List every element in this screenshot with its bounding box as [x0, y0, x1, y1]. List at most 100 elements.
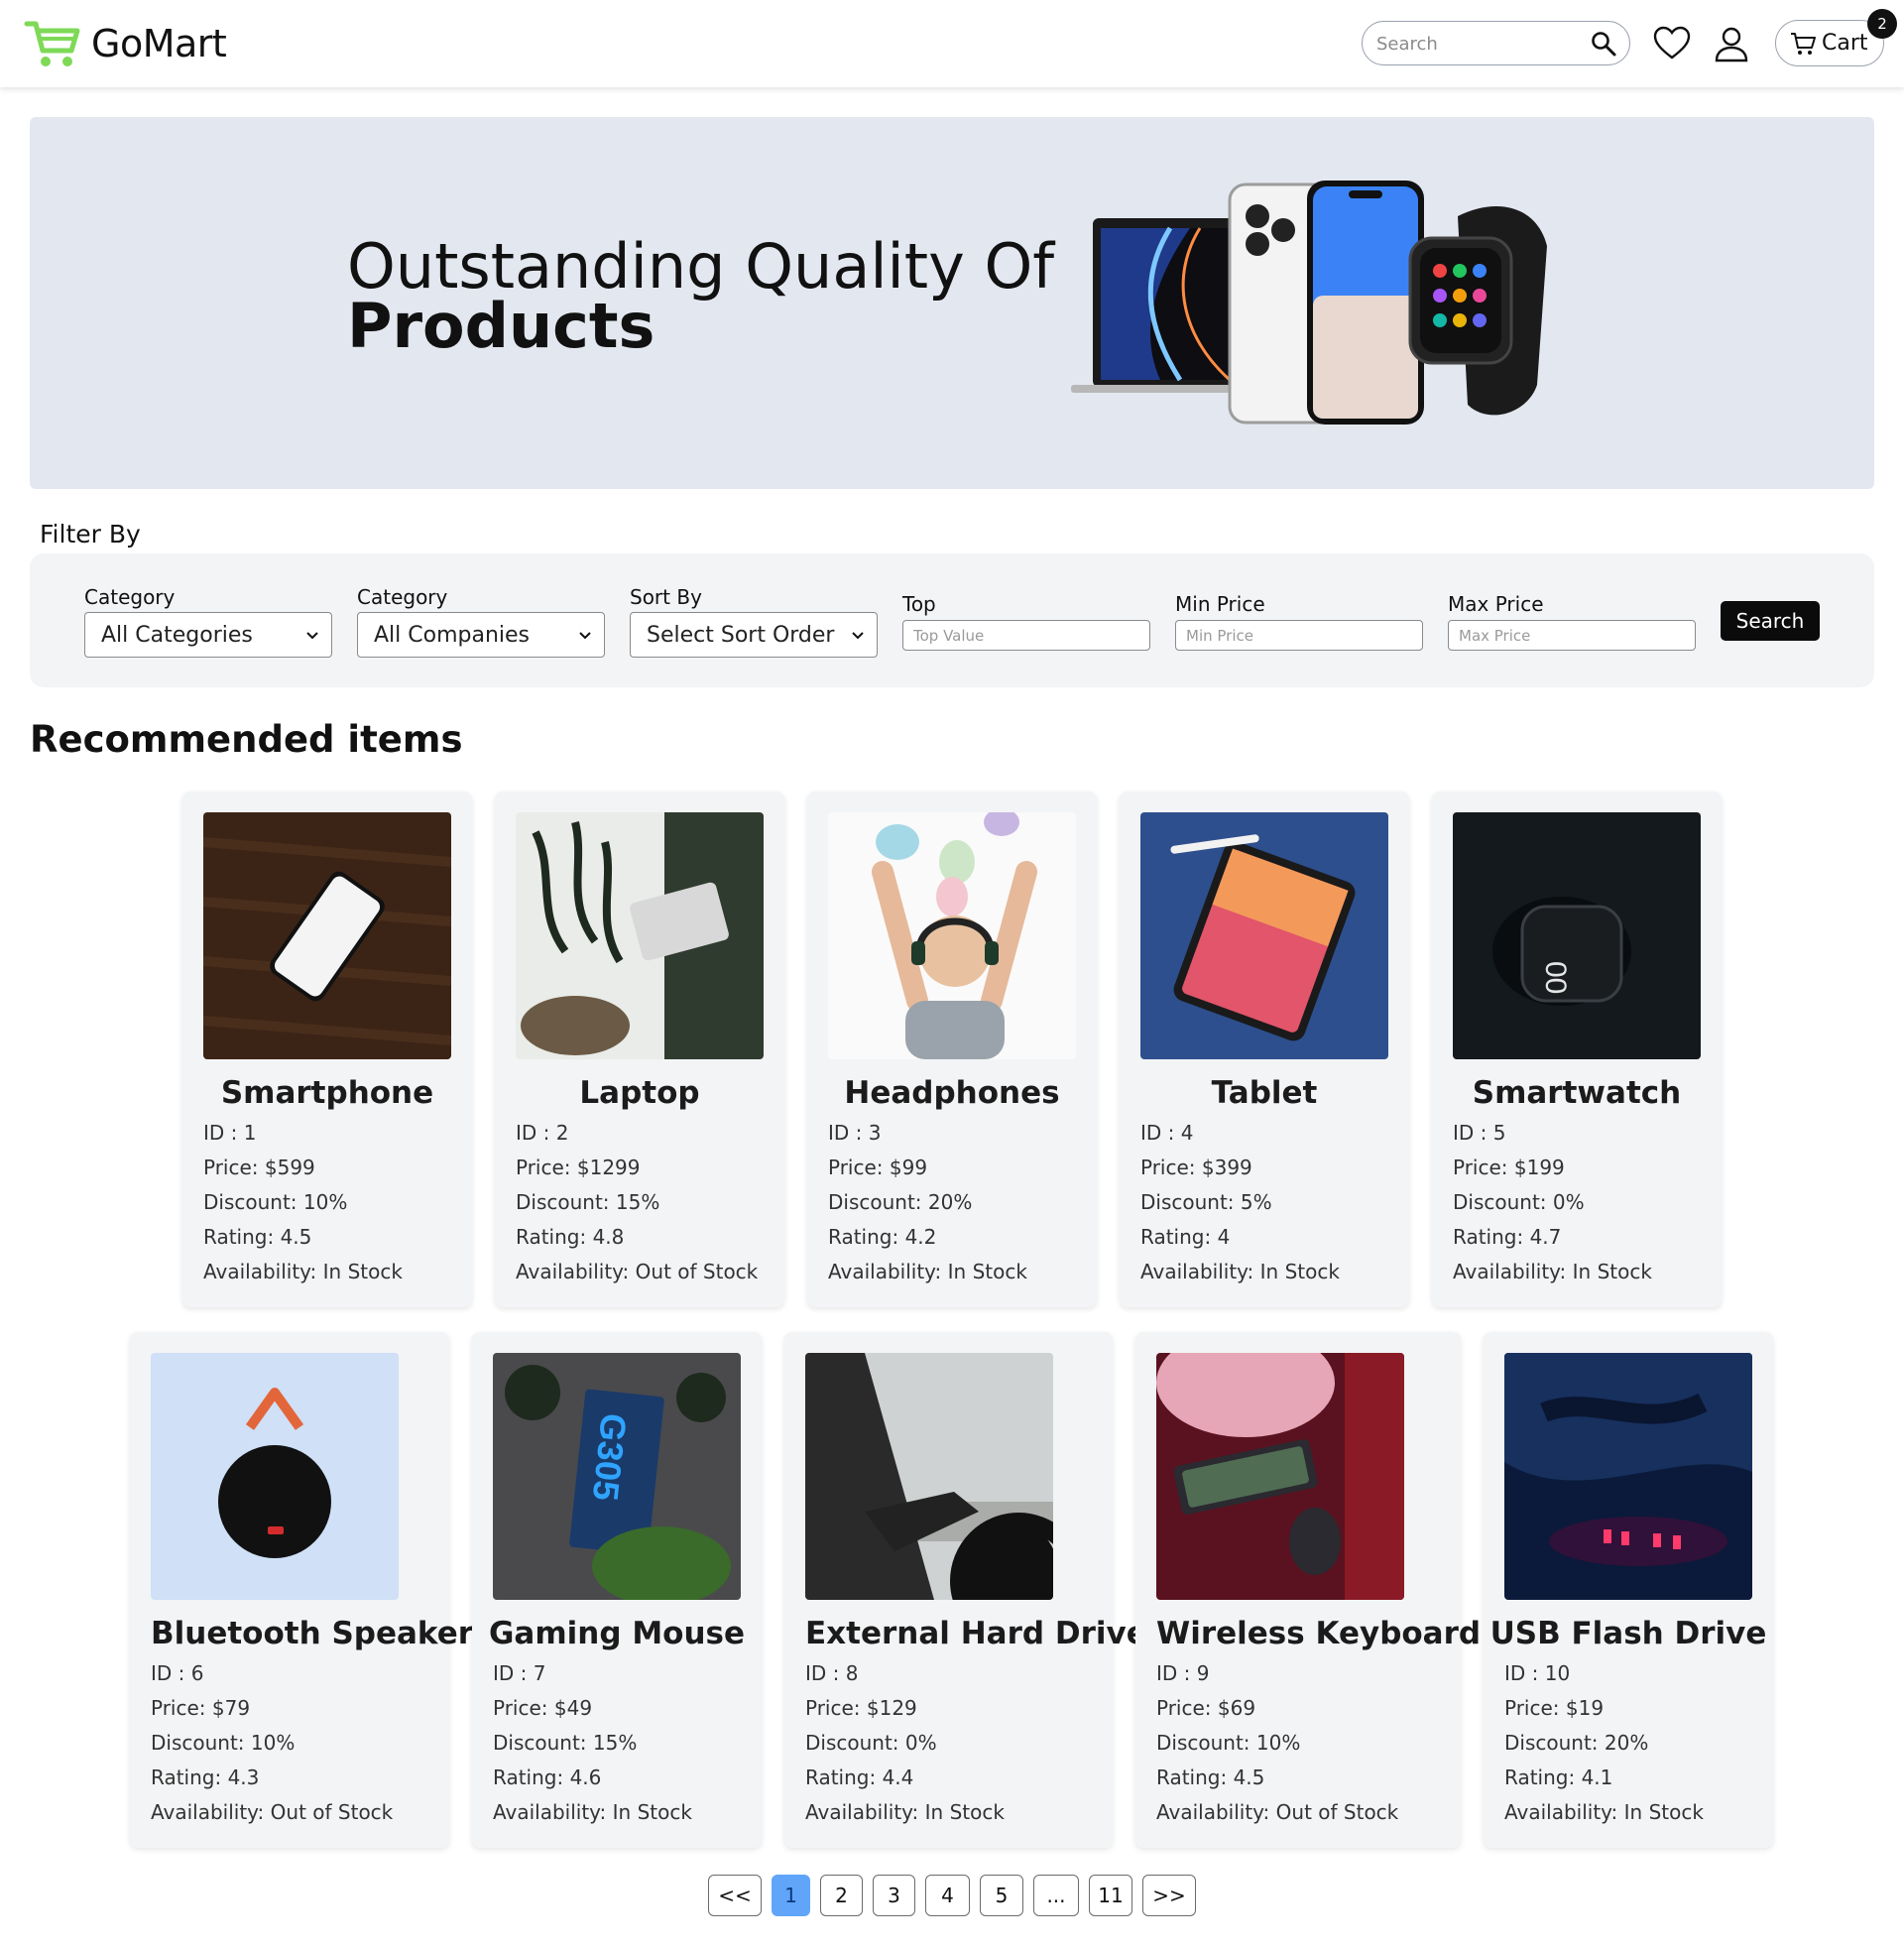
product-rating: Rating: 4.1: [1504, 1765, 1613, 1789]
product-card[interactable]: Laptop ID : 2 Price: $1299 Discount: 15%…: [495, 791, 784, 1307]
filter-title: Filter By: [40, 520, 141, 548]
category-select[interactable]: All Categories: [84, 612, 332, 658]
pagination-page-2[interactable]: 2: [820, 1875, 863, 1916]
product-discount: Discount: 0%: [805, 1731, 937, 1755]
category-label: Category: [84, 585, 176, 609]
product-card[interactable]: Bluetooth Speaker ID : 6 Price: $79 Disc…: [130, 1332, 473, 1848]
product-card[interactable]: 00 Smartwatch ID : 5 Price: $199 Discoun…: [1432, 791, 1722, 1307]
product-id: ID : 7: [493, 1661, 546, 1685]
product-rating: Rating: 4.5: [1156, 1765, 1265, 1789]
product-id: ID : 8: [805, 1661, 859, 1685]
product-name: External Hard Drive: [805, 1616, 1147, 1651]
product-rating: Rating: 4.3: [151, 1765, 260, 1789]
product-card[interactable]: G305 Gaming Mouse ID : 7 Price: $49 Disc…: [472, 1332, 762, 1848]
product-id: ID : 5: [1453, 1121, 1506, 1145]
product-id: ID : 4: [1140, 1121, 1194, 1145]
product-discount: Discount: 10%: [151, 1731, 296, 1755]
product-price: Price: $79: [151, 1696, 251, 1720]
hero-headline: Outstanding Quality Of: [347, 230, 1055, 303]
product-card[interactable]: Smartphone ID : 1 Price: $599 Discount: …: [182, 791, 472, 1307]
product-name: Bluetooth Speaker: [151, 1616, 474, 1651]
product-image-wireless-keyboard: [1156, 1353, 1404, 1600]
product-card[interactable]: USB Flash Drive ID : 10 Price: $19 Disco…: [1484, 1332, 1773, 1848]
filter-search-button[interactable]: Search: [1721, 601, 1820, 641]
product-image-external-hard-drive: [805, 1353, 1053, 1600]
product-name: Gaming Mouse: [488, 1616, 746, 1651]
product-availability: Availability: In Stock: [1504, 1800, 1704, 1824]
chevron-down-icon: [852, 632, 864, 640]
product-image-smartwatch: 00: [1453, 812, 1701, 1059]
hero-headline-emphasis: Products: [347, 290, 655, 362]
product-name: Laptop: [579, 1075, 700, 1111]
product-id: ID : 6: [151, 1661, 204, 1685]
product-rating: Rating: 4.6: [493, 1765, 602, 1789]
product-price: Price: $399: [1140, 1156, 1252, 1179]
product-availability: Availability: In Stock: [1453, 1260, 1652, 1283]
min-price-input[interactable]: [1175, 620, 1423, 651]
product-card[interactable]: Tablet ID : 4 Price: $399 Discount: 5% R…: [1120, 791, 1409, 1307]
product-price: Price: $49: [493, 1696, 593, 1720]
sort-label: Sort By: [630, 585, 702, 609]
search-input[interactable]: [1376, 30, 1585, 58]
pagination-next-button[interactable]: >>: [1142, 1875, 1196, 1916]
top-label: Top: [902, 592, 936, 616]
product-id: ID : 1: [203, 1121, 257, 1145]
product-card[interactable]: Headphones ID : 3 Price: $99 Discount: 2…: [807, 791, 1097, 1307]
product-price: Price: $19: [1504, 1696, 1605, 1720]
product-card[interactable]: External Hard Drive ID : 8 Price: $129 D…: [784, 1332, 1147, 1848]
product-price: Price: $129: [805, 1696, 917, 1720]
product-image-usb-flash-drive: [1504, 1353, 1752, 1600]
product-price: Price: $1299: [516, 1156, 641, 1179]
product-discount: Discount: 15%: [516, 1190, 660, 1214]
product-name: USB Flash Drive: [1489, 1616, 1767, 1651]
product-discount: Discount: 15%: [493, 1731, 638, 1755]
product-price: Price: $99: [828, 1156, 928, 1179]
pagination-page-4[interactable]: 4: [925, 1875, 970, 1916]
product-image-laptop: [516, 812, 764, 1059]
category-select-value: All Categories: [101, 622, 253, 648]
product-card[interactable]: Wireless Keyboard ID : 9 Price: $69 Disc…: [1135, 1332, 1481, 1848]
max-price-input[interactable]: [1448, 620, 1696, 651]
product-id: ID : 2: [516, 1121, 569, 1145]
product-image-gaming-mouse: G305: [493, 1353, 741, 1600]
pagination-page-5[interactable]: 5: [980, 1875, 1023, 1916]
search-icon[interactable]: [1590, 30, 1617, 58]
product-availability: Availability: In Stock: [828, 1260, 1027, 1283]
pagination-page-11[interactable]: 11: [1089, 1875, 1132, 1916]
hero-devices-image: [1071, 181, 1547, 425]
product-discount: Discount: 5%: [1140, 1190, 1272, 1214]
top-navbar: GoMart Cart 2: [0, 0, 1904, 87]
brand-logo[interactable]: GoMart: [24, 18, 227, 69]
product-id: ID : 9: [1156, 1661, 1210, 1685]
shopping-cart-logo-icon: [24, 21, 80, 66]
user-account-icon[interactable]: [1712, 24, 1751, 63]
product-image-bluetooth-speaker: [151, 1353, 399, 1600]
product-availability: Availability: Out of Stock: [151, 1800, 394, 1824]
product-name: Tablet: [1211, 1075, 1318, 1111]
product-image-headphones: [828, 812, 1076, 1059]
product-discount: Discount: 20%: [828, 1190, 973, 1214]
cart-label: Cart: [1822, 31, 1868, 56]
company-select[interactable]: All Companies: [357, 612, 605, 658]
product-discount: Discount: 0%: [1453, 1190, 1585, 1214]
top-value-input[interactable]: [902, 620, 1150, 651]
pagination-prev-button[interactable]: <<: [708, 1875, 762, 1916]
svg-text:00: 00: [1539, 961, 1572, 994]
pagination-page-3[interactable]: 3: [873, 1875, 915, 1916]
product-availability: Availability: Out of Stock: [516, 1260, 759, 1283]
min-price-label: Min Price: [1175, 592, 1265, 616]
product-image-smartphone: [203, 812, 451, 1059]
product-availability: Availability: In Stock: [1140, 1260, 1340, 1283]
sort-select[interactable]: Select Sort Order: [630, 612, 878, 658]
cart-count-badge: 2: [1867, 9, 1897, 39]
product-name: Smartphone: [220, 1075, 434, 1111]
chevron-down-icon: [306, 632, 318, 640]
max-price-label: Max Price: [1448, 592, 1544, 616]
product-discount: Discount: 10%: [1156, 1731, 1301, 1755]
product-name: Headphones: [844, 1075, 1060, 1111]
product-id: ID : 3: [828, 1121, 882, 1145]
product-rating: Rating: 4.8: [516, 1225, 625, 1249]
product-rating: Rating: 4.2: [828, 1225, 937, 1249]
wishlist-heart-icon[interactable]: [1652, 24, 1692, 63]
pagination-page-1[interactable]: 1: [772, 1875, 810, 1916]
